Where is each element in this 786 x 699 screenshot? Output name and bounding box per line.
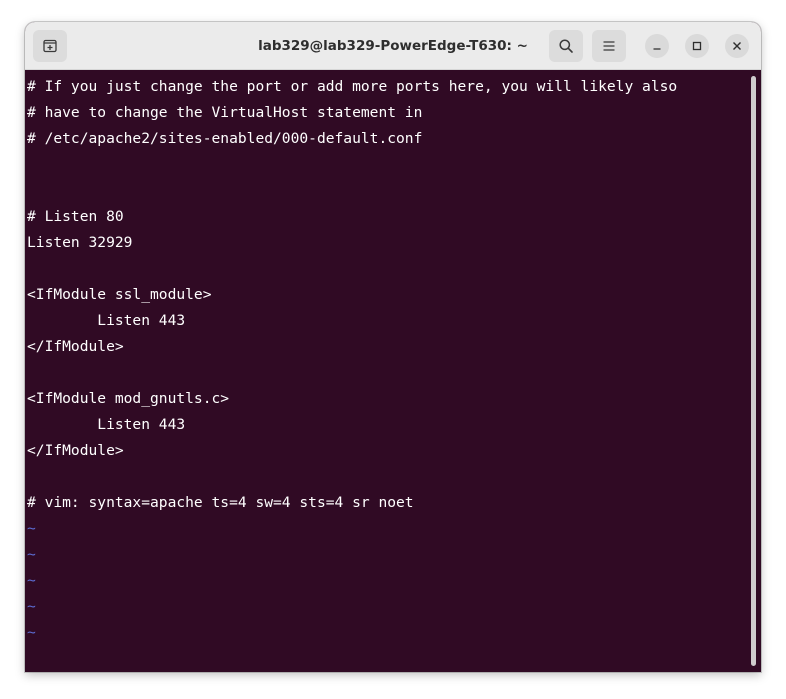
scrollbar[interactable] xyxy=(751,76,756,666)
editor-line: Listen 443 xyxy=(27,416,186,433)
empty-line-marker: ~ xyxy=(27,624,36,641)
minimize-icon xyxy=(653,48,661,50)
editor-line: # vim: syntax=apache ts=4 sw=4 sts=4 sr … xyxy=(27,494,414,511)
editor-line: # have to change the VirtualHost stateme… xyxy=(27,104,423,121)
maximize-icon xyxy=(692,41,702,51)
editor-line: # Listen 80 xyxy=(27,208,124,225)
hamburger-menu-icon xyxy=(603,41,615,51)
close-icon xyxy=(733,42,741,50)
empty-line-marker: ~ xyxy=(27,572,36,589)
new-tab-icon xyxy=(43,39,57,53)
minimize-button[interactable] xyxy=(645,34,669,58)
close-button[interactable] xyxy=(725,34,749,58)
maximize-button[interactable] xyxy=(685,34,709,58)
title-bar[interactable]: lab329@lab329-PowerEdge-T630: ~ xyxy=(25,22,761,70)
search-icon xyxy=(559,39,573,53)
editor-line: <IfModule mod_gnutls.c> xyxy=(27,390,230,407)
empty-line-marker: ~ xyxy=(27,546,36,563)
editor-line: Listen 443 xyxy=(27,312,186,329)
editor-line: # If you just change the port or add mor… xyxy=(27,78,678,95)
editor-line: # /etc/apache2/sites-enabled/000-default… xyxy=(27,130,423,147)
terminal-window: lab329@lab329-PowerEdge-T630: ~ # If you… xyxy=(25,22,761,672)
editor-line: <IfModule ssl_module> xyxy=(27,286,212,303)
terminal-content[interactable]: # If you just change the port or add mor… xyxy=(25,70,761,672)
editor-line: </IfModule> xyxy=(27,442,124,459)
empty-line-marker: ~ xyxy=(27,598,36,615)
vim-buffer[interactable]: # If you just change the port or add mor… xyxy=(27,74,747,646)
new-tab-button[interactable] xyxy=(33,30,67,62)
menu-button[interactable] xyxy=(592,30,626,62)
empty-line-marker: ~ xyxy=(27,520,36,537)
editor-line: Listen 32929 xyxy=(27,234,133,251)
editor-line: </IfModule> xyxy=(27,338,124,355)
search-button[interactable] xyxy=(549,30,583,62)
